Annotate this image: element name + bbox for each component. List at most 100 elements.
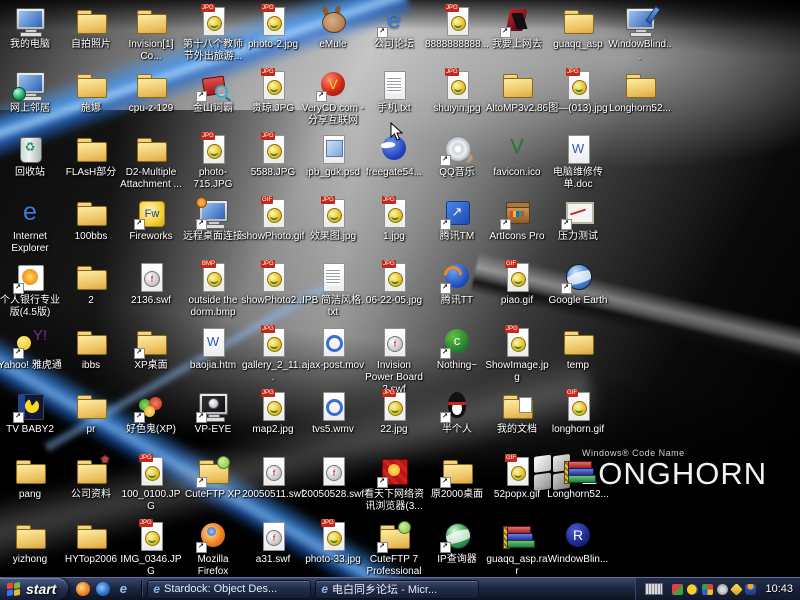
desktop-icon[interactable]: JPGgallery_2_11... <box>241 326 305 384</box>
desktop-icon[interactable]: JPGshowPhoto2... <box>241 261 305 307</box>
desktop-icon[interactable]: JPG100_0100.JPG <box>119 455 183 513</box>
input-method-keyboard-icon[interactable] <box>645 583 663 595</box>
desktop-icon[interactable]: e公司论坛 <box>362 5 426 51</box>
skin-tray-icon[interactable] <box>672 584 683 595</box>
desktop-icon[interactable]: f2136.swf <box>119 261 183 307</box>
ie-quicklaunch-icon[interactable]: e <box>116 582 130 596</box>
desktop-icon[interactable]: cNothing~ <box>425 326 489 372</box>
desktop-icon[interactable]: pr <box>59 390 123 436</box>
desktop-icon[interactable]: JPGShowImage.jpg <box>485 326 549 384</box>
media-quicklaunch-icon[interactable] <box>96 582 110 596</box>
desktop-icon[interactable]: JPG图—(013).jpg <box>546 69 610 115</box>
desktop-icon[interactable]: VP-EYE <box>181 390 245 436</box>
desktop-icon[interactable]: JPG8888888888... <box>425 5 489 51</box>
desktop-icon[interactable]: FwFireworks <box>119 197 183 243</box>
desktop-icon[interactable]: ↗腾讯TM <box>425 197 489 243</box>
desktop-icon[interactable]: guaqq_asp <box>546 5 610 51</box>
desktop-icon[interactable]: f20050511.swf <box>241 455 305 501</box>
desktop-icon[interactable]: RWindowBlin... <box>546 520 610 566</box>
desktop-icon[interactable]: 看天下网络资讯浏览器(3... <box>362 455 426 513</box>
desktop-icon[interactable]: Wbaojia.htm <box>181 326 245 372</box>
desktop-icon[interactable]: fa31.swf <box>241 520 305 566</box>
desktop-icon[interactable]: ibbs <box>59 326 123 372</box>
desktop-icon[interactable]: pang <box>0 455 62 501</box>
desktop-icon[interactable]: 网上邻居 <box>0 69 62 115</box>
desktop-icon[interactable]: 压力测试 <box>546 197 610 243</box>
desktop-icon[interactable]: WindowBlind... <box>608 5 672 63</box>
task-button-forum[interactable]: e 电白同乡论坛 - Micr... <box>315 580 479 599</box>
desktop-icon[interactable]: Invision[1] Co... <box>119 5 183 63</box>
desktop-icon[interactable]: ★公司资料 <box>59 455 123 501</box>
desktop-icon[interactable]: BMPoutside the dorm.bmp <box>181 261 245 319</box>
desktop-icon[interactable]: JPGphoto-715.JPG <box>181 133 245 191</box>
desktop-icon[interactable]: guaqq_asp.rar <box>485 520 549 578</box>
desktop-icon[interactable]: f20050528.swf <box>301 455 365 501</box>
desktop-icon[interactable]: HYTop2006 <box>59 520 123 566</box>
desktop-icon[interactable]: JPGmap2.jpg <box>241 390 305 436</box>
desktop-icon[interactable]: Longhorn52... <box>608 69 672 115</box>
desktop-icon[interactable]: Vfavicon.ico <box>485 133 549 179</box>
desktop-icon[interactable]: JPG1.jpg <box>362 197 426 243</box>
desktop-icon[interactable]: 我的电脑 <box>0 5 62 51</box>
desktop-icon[interactable]: JPG06-22-05.jpg <box>362 261 426 307</box>
desktop-icon[interactable]: ajax-post.mov <box>301 326 365 372</box>
desktop-icon[interactable]: ♻回收站 <box>0 133 62 179</box>
desktop-icon[interactable]: 半个人 <box>425 390 489 436</box>
desktop-icon[interactable]: JPGshuiyin.jpg <box>425 69 489 115</box>
desktop-icon[interactable]: 自拍照片 <box>59 5 123 51</box>
desktop-icon[interactable]: XP桌面 <box>119 326 183 372</box>
desktop-icon[interactable]: 好色鬼(XP) <box>119 390 183 436</box>
desktop-icon[interactable]: JPG效果图.jpg <box>301 197 365 243</box>
desktop-icon[interactable]: AltoMP3v2.86 <box>485 69 549 115</box>
desktop-icon[interactable]: fInvision Power Board 2.swf <box>362 326 426 396</box>
desktop-icon[interactable]: JPG5588.JPG <box>241 133 305 179</box>
desktop-icon[interactable]: 原2000桌面 <box>425 455 489 501</box>
desktop-icon[interactable]: GIFlonghorn.gif <box>546 390 610 436</box>
taskbar-clock[interactable]: 10:43 <box>765 583 793 595</box>
desktop-icon[interactable]: JPGphoto-2.jpg <box>241 5 305 51</box>
desktop-icon[interactable]: 手机.txt <box>362 69 426 115</box>
diamond-tray-icon[interactable] <box>731 583 744 596</box>
dialer-tray-icon[interactable] <box>717 584 728 595</box>
firefox-quicklaunch-icon[interactable] <box>76 582 90 596</box>
cube-tray-icon[interactable] <box>702 584 713 595</box>
desktop-icon[interactable]: Longhorn52... <box>546 455 610 501</box>
desktop-icon[interactable]: 远程桌面连接 <box>181 197 245 243</box>
task-button-stardock[interactable]: e Stardock: Object Des... <box>147 580 311 599</box>
desktop-icon[interactable]: cpu-z-129 <box>119 69 183 115</box>
desktop-icon[interactable]: Google Earth <box>546 261 610 307</box>
desktop-icon[interactable]: W电脑维修传单.doc <box>546 133 610 191</box>
desktop-icon[interactable]: ArtIcons Pro <box>485 197 549 243</box>
kingsoft-tray-icon[interactable] <box>687 584 698 595</box>
desktop-icon[interactable]: IP查询器 <box>425 520 489 566</box>
desktop-icon[interactable]: D2-Multiple Attachment ... <box>119 133 183 191</box>
desktop-icon[interactable]: ipb_gdk.psd <box>301 133 365 179</box>
messenger-tray-icon[interactable] <box>745 584 756 595</box>
desktop-icon[interactable]: 100bbs <box>59 197 123 243</box>
desktop-icon[interactable]: GIF52popx.gif <box>485 455 549 501</box>
desktop-icon[interactable]: Y!Yahoo! 雅虎通 <box>0 326 62 372</box>
desktop-icon[interactable]: FLAsH部分 <box>59 133 123 179</box>
desktop-icon[interactable]: 2 <box>59 261 123 307</box>
desktop-icon[interactable]: tvs5.wmv <box>301 390 365 436</box>
desktop-icon[interactable]: VVeryCD.com - 分享互联网 <box>301 69 365 127</box>
desktop-icon[interactable]: GIFshowPhoto.gif <box>241 197 305 243</box>
desktop-icon[interactable]: JPGIMG_0346.JPG <box>119 520 183 578</box>
desktop-icon[interactable]: ♪QQ音乐 <box>425 133 489 179</box>
desktop-icon[interactable]: 腾讯TT <box>425 261 489 307</box>
desktop-icon[interactable]: 我的文档 <box>485 390 549 436</box>
desktop-icon[interactable]: eMule <box>301 5 365 51</box>
desktop-icon[interactable]: yizhong <box>0 520 62 566</box>
desktop-icon[interactable]: eInternet Explorer <box>0 197 62 255</box>
desktop-icon[interactable]: JPGphoto-33.jpg <box>301 520 365 566</box>
desktop-icon[interactable]: temp <box>546 326 610 372</box>
desktop-icon[interactable]: CuteFTP XP <box>181 455 245 501</box>
desktop-icon[interactable]: JPG22.jpg <box>362 390 426 436</box>
desktop-icon[interactable]: TV BABY2 <box>0 390 62 436</box>
desktop-icon[interactable]: 金山词霸 <box>181 69 245 115</box>
desktop-icon[interactable]: 施娜 <box>59 69 123 115</box>
desktop-icon[interactable]: CuteFTP 7 Professional <box>362 520 426 578</box>
desktop-icon[interactable]: Mozilla Firefox <box>181 520 245 578</box>
desktop-icon[interactable]: 个人银行专业版(4.5版) <box>0 261 62 319</box>
desktop-icon[interactable]: IPB 简洁风格. txt <box>301 261 365 319</box>
